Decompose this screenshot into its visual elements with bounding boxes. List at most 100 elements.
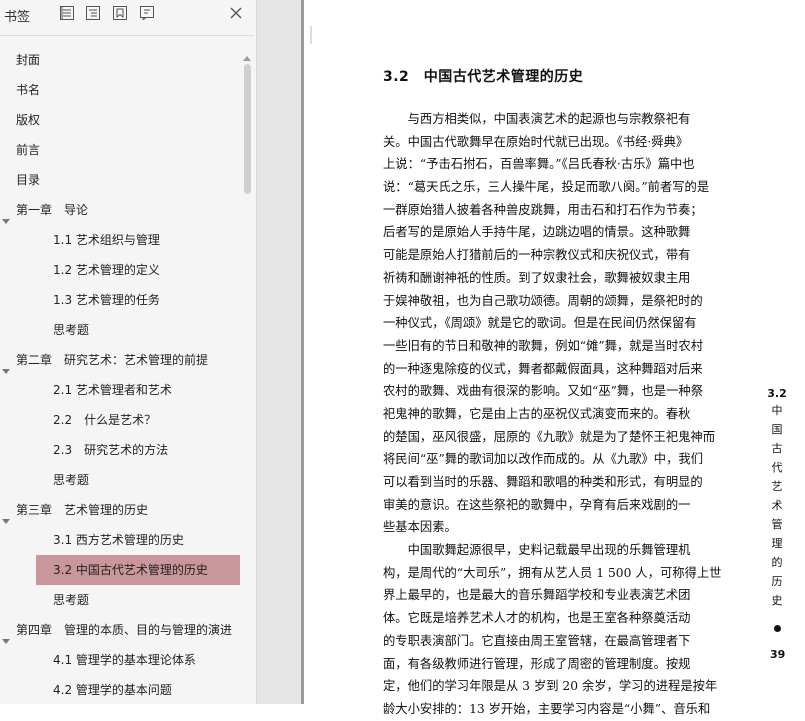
text-line: 关。中国古代歌舞早在原始时代就已出现。《书经·舜典》	[383, 134, 689, 149]
text-line: 农村的歌舞、戏曲有很深的影响。又如“巫”舞，也是一种祭	[383, 384, 703, 399]
add-bookmark-icon[interactable]	[113, 6, 127, 20]
side-tab-char: 代	[771, 461, 783, 474]
bookmark-chapter-item[interactable]: 第三章 艺术管理的历史	[0, 495, 240, 525]
bookmark-label: 3.1 西方艺术管理的历史	[53, 533, 184, 547]
side-tab-char: 术	[771, 499, 783, 512]
side-tab-char: 历	[771, 575, 783, 588]
expanded-caret-icon[interactable]	[2, 356, 10, 374]
bookmark-chapter-item[interactable]: 第四章 管理的本质、目的与管理的演进	[0, 615, 240, 645]
bookmark-label: 思考题	[53, 473, 90, 487]
text-line: 祈祷和酬谢神祇的性质。到了奴隶社会，歌舞被奴隶主用	[383, 270, 691, 285]
bookmark-label: 2.3 研究艺术的方法	[53, 443, 169, 457]
side-tab-dot	[773, 625, 781, 632]
bookmark-chapter-item[interactable]: 第二章 研究艺术：艺术管理的前提	[0, 345, 240, 375]
bookmark-section-item[interactable]: 思考题	[0, 585, 240, 615]
scroll-up-arrow-icon[interactable]	[243, 48, 251, 61]
bookmark-panel-header: 书签	[0, 0, 256, 30]
bookmark-label: 思考题	[53, 593, 90, 607]
text-line: 的楚国，巫风很盛，屈原的《九歌》就是为了楚怀王祀鬼神而	[383, 429, 716, 444]
text-line: 说：“葛天氏之乐，三人操牛尾，投足而歌八阕。”前者写的是	[383, 180, 710, 195]
chapter-side-tab: 3.2 中国古代艺术管理的历史	[767, 387, 787, 632]
expanded-caret-icon[interactable]	[2, 206, 10, 224]
text-line: 将民间“巫”舞的歌词加以改作而成的。从《九歌》中，我们	[383, 452, 703, 467]
side-tab-char: 艺	[771, 480, 783, 493]
text-line: 中国歌舞起源很早，史料记载最早出现的乐舞管理机	[383, 543, 691, 558]
bookmark-label: 目录	[16, 173, 41, 187]
crop-mark-icon	[308, 26, 314, 44]
expanded-caret-icon[interactable]	[2, 506, 10, 524]
bookmark-chapter-item[interactable]: 第一章 导论	[0, 195, 240, 225]
section-heading: 3.2 中国古代艺术管理的历史	[383, 69, 584, 85]
bookmark-label: 第一章 导论	[16, 203, 89, 217]
bookmark-section-item[interactable]: 4.2 管理学的基本问题	[0, 675, 240, 704]
bookmark-label: 前言	[16, 143, 41, 157]
bookmark-section-item[interactable]: 1.1 艺术组织与管理	[0, 225, 240, 255]
bookmark-section-item[interactable]: 2.1 艺术管理者和艺术	[0, 375, 240, 405]
bookmark-label: 第二章 研究艺术：艺术管理的前提	[16, 353, 209, 367]
bookmark-section-item[interactable]: 3.2 中国古代艺术管理的历史	[0, 555, 240, 585]
side-tab-char: 古	[771, 442, 783, 455]
text-line: 些基本因素。	[383, 520, 457, 535]
text-line: 构，是周代的“大司乐”，拥有从艺人员 1 500 人，可称得上世	[383, 565, 722, 580]
text-line: 面，有各级教师进行管理，形成了周密的管理制度。按规	[383, 656, 691, 671]
page-gap	[257, 0, 303, 704]
expanded-caret-icon[interactable]	[2, 626, 10, 644]
bookmark-label: 1.3 艺术管理的任务	[53, 293, 160, 307]
text-line: 可能是原始人打猎前后的一种宗教仪式和庆祝仪式，带有	[383, 248, 691, 263]
document-page: 3.2 中国古代艺术管理的历史 与西方相类似，中国表演艺术的起源也与宗教祭祀有关…	[304, 0, 805, 716]
header-divider	[0, 35, 254, 36]
bookmark-label: 1.1 艺术组织与管理	[53, 233, 160, 247]
side-tab-title: 中国古代艺术管理的历史	[767, 401, 787, 610]
text-line: 的一种逐鬼除疫的仪式，舞者都戴假面具，这种舞蹈对后来	[383, 361, 703, 376]
expand-all-icon[interactable]	[60, 6, 74, 20]
text-line: 一些旧有的节日和敬神的歌舞，例如“傩”舞，就是当时农村	[383, 338, 703, 353]
text-line: 后者写的是原始人手持牛尾，边跳边唱的情景。这种歌舞	[383, 225, 691, 240]
side-tab-char: 管	[771, 518, 783, 531]
bookmark-scrollbar[interactable]	[241, 48, 253, 704]
page-number: 39	[770, 648, 786, 661]
bookmark-label: 思考题	[53, 323, 90, 337]
bookmark-section-item[interactable]: 3.1 西方艺术管理的历史	[0, 525, 240, 555]
bookmark-options-icon[interactable]	[140, 6, 154, 20]
text-line: 可以看到当时的乐器、舞蹈和歌唱的种类和形式，有明显的	[383, 475, 703, 489]
scrollbar-thumb[interactable]	[244, 64, 251, 194]
text-line: 龄大小安排的：13 岁开始，主要学习内容是“小舞”、音乐和	[383, 701, 711, 716]
bookmark-section-item[interactable]: 2.2 什么是艺术？	[0, 405, 240, 435]
text-line: 与西方相类似，中国表演艺术的起源也与宗教祭祀有	[383, 112, 691, 126]
bookmark-section-item[interactable]: 2.3 研究艺术的方法	[0, 435, 240, 465]
collapse-all-icon[interactable]	[86, 6, 100, 20]
bookmark-label: 2.2 什么是艺术？	[53, 413, 157, 427]
bookmark-section-item[interactable]: 思考题	[0, 465, 240, 495]
bookmark-label: 3.2 中国古代艺术管理的历史	[53, 563, 208, 577]
bookmark-chapter-item[interactable]: 封面	[0, 45, 240, 75]
bookmark-label: 版权	[16, 113, 41, 127]
bookmark-label: 1.2 艺术管理的定义	[53, 263, 160, 277]
text-line: 一群原始猎人披着各种兽皮跳舞，用击石和打石作为节奏；	[383, 202, 703, 217]
side-tab-char: 理	[771, 537, 783, 550]
text-line: 一种仪式，《周颂》就是它的歌词。但是在民间仍然保留有	[383, 316, 697, 331]
bookmark-label: 4.1 管理学的基本理论体系	[53, 653, 196, 667]
bookmark-label: 4.2 管理学的基本问题	[53, 683, 172, 697]
close-icon[interactable]	[228, 5, 244, 21]
text-line: 上说：“予击石拊石，百兽率舞。”《吕氏春秋·古乐》篇中也	[383, 157, 695, 172]
text-line: 审美的意识。在这些祭祀的歌舞中，孕育有后来戏剧的一	[383, 497, 691, 512]
bookmark-label: 2.1 艺术管理者和艺术	[53, 383, 172, 397]
bookmark-chapter-item[interactable]: 目录	[0, 165, 240, 195]
bookmark-chapter-item[interactable]: 前言	[0, 135, 240, 165]
bookmark-section-item[interactable]: 1.2 艺术管理的定义	[0, 255, 240, 285]
text-line: 定，他们的学习年限是从 3 岁到 20 余岁，学习的进程是按年	[383, 679, 718, 694]
side-tab-char: 国	[771, 423, 783, 436]
bookmark-chapter-item[interactable]: 书名	[0, 75, 240, 105]
text-line: 界上最早的，也是最大的音乐舞蹈学校和专业表演艺术团	[383, 588, 691, 603]
bookmark-section-item[interactable]: 思考题	[0, 315, 240, 345]
side-tab-char: 史	[771, 594, 783, 607]
bookmark-panel-title: 书签	[4, 10, 31, 25]
bookmark-label: 第四章 管理的本质、目的与管理的演进	[16, 623, 233, 637]
bookmark-chapter-item[interactable]: 版权	[0, 105, 240, 135]
bookmark-section-item[interactable]: 4.1 管理学的基本理论体系	[0, 645, 240, 675]
bookmark-section-item[interactable]: 1.3 艺术管理的任务	[0, 285, 240, 315]
text-line: 于娱神敬祖，也为自己歌功颂德。周朝的颂舞，是祭祀时的	[383, 293, 703, 308]
text-line: 的专职表演部门。它直接由周王室管辖，在最高管理者下	[383, 633, 691, 648]
side-tab-char: 的	[771, 556, 783, 569]
side-tab-number: 3.2	[767, 387, 787, 400]
